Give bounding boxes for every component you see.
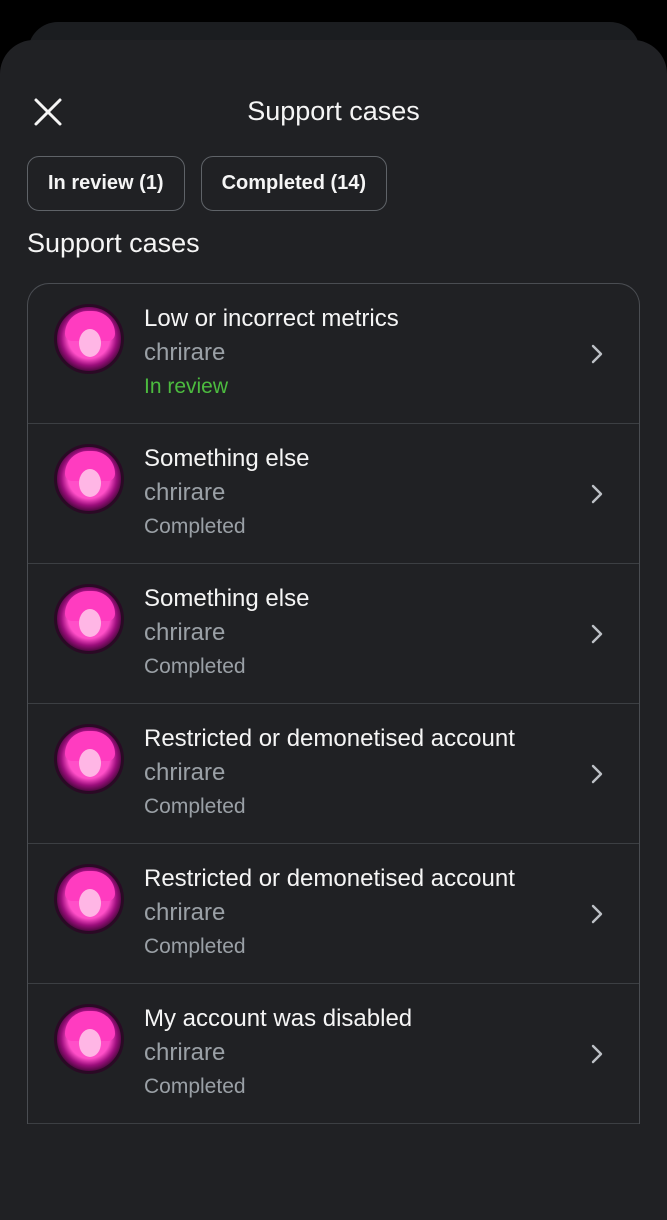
- case-row[interactable]: Something else chrirare Completed: [28, 564, 639, 704]
- case-user: chrirare: [144, 619, 226, 646]
- support-case-list: Low or incorrect metrics chrirare In rev…: [27, 283, 640, 1124]
- support-cases-sheet: Support cases In review (1) Completed (1…: [0, 40, 667, 1220]
- tab-bar: In review (1) Completed (14): [27, 156, 388, 211]
- avatar: [54, 864, 124, 934]
- avatar: [54, 584, 124, 654]
- avatar: [54, 724, 124, 794]
- avatar: [54, 444, 124, 514]
- case-row[interactable]: Something else chrirare Completed: [28, 424, 639, 564]
- case-row[interactable]: Restricted or demonetised account chrira…: [28, 844, 639, 984]
- case-status: Completed: [144, 655, 246, 678]
- chevron-right-icon: [591, 764, 603, 783]
- chevron-right-icon: [591, 904, 603, 923]
- case-title: My account was disabled: [144, 1005, 413, 1032]
- avatar: [54, 304, 124, 374]
- case-row[interactable]: Low or incorrect metrics chrirare In rev…: [28, 284, 639, 424]
- case-status: Completed: [144, 795, 246, 818]
- case-title: Something else: [144, 585, 310, 612]
- section-title: Support cases: [27, 228, 200, 258]
- case-title: Restricted or demonetised account: [144, 725, 515, 752]
- case-status: Completed: [144, 515, 246, 538]
- case-status: Completed: [144, 1075, 246, 1098]
- case-user: chrirare: [144, 899, 226, 926]
- avatar: [54, 1004, 124, 1074]
- case-user: chrirare: [144, 339, 226, 366]
- tab-completed[interactable]: Completed (14): [200, 156, 388, 211]
- case-status: In review: [144, 375, 229, 398]
- chevron-right-icon: [591, 484, 603, 503]
- case-row[interactable]: My account was disabled chrirare Complet…: [28, 984, 639, 1124]
- case-row[interactable]: Restricted or demonetised account chrira…: [28, 704, 639, 844]
- chevron-right-icon: [591, 1044, 603, 1063]
- tab-in-review[interactable]: In review (1): [27, 156, 185, 211]
- case-title: Something else: [144, 445, 310, 472]
- chevron-right-icon: [591, 624, 603, 643]
- case-user: chrirare: [144, 479, 226, 506]
- case-user: chrirare: [144, 1039, 226, 1066]
- chevron-right-icon: [591, 344, 603, 363]
- case-user: chrirare: [144, 759, 226, 786]
- case-title: Low or incorrect metrics: [144, 305, 399, 332]
- case-title: Restricted or demonetised account: [144, 865, 515, 892]
- case-status: Completed: [144, 935, 246, 958]
- page-title: Support cases: [247, 96, 420, 126]
